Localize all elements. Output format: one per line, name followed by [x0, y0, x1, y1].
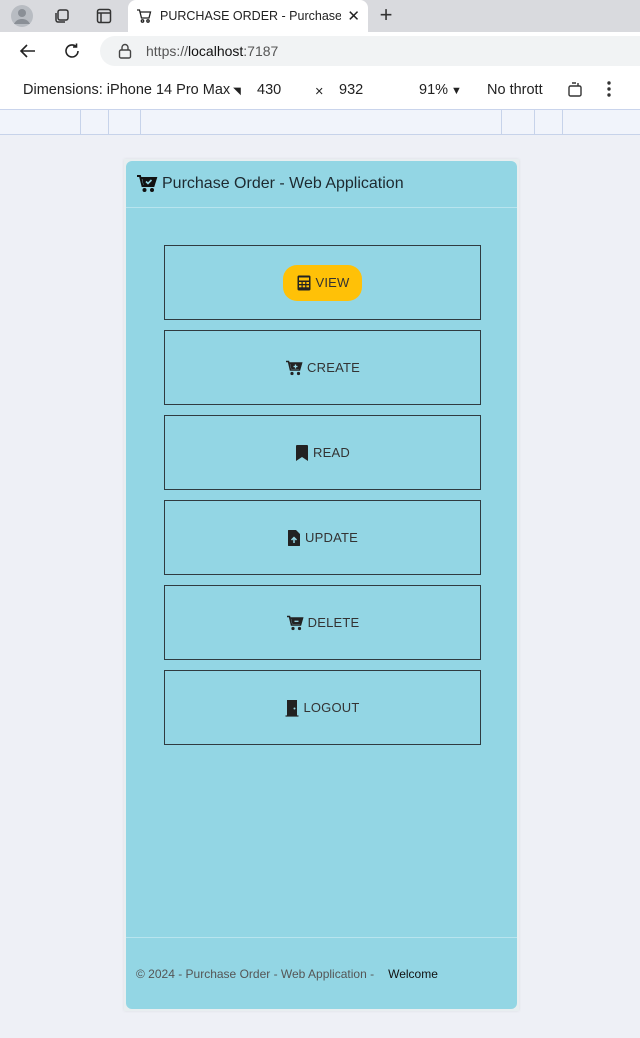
address-bar: https://localhost:7187 [0, 32, 640, 70]
collections-icon[interactable] [49, 4, 75, 28]
view-label: VIEW [315, 275, 350, 290]
create-label: CREATE [307, 360, 360, 375]
browser-tab[interactable]: PURCHASE ORDER - Purchase Order - Web Ap… [128, 0, 368, 32]
url-host: localhost [188, 43, 244, 59]
welcome-link[interactable]: Welcome [388, 967, 438, 981]
footer: © 2024 - Purchase Order - Web Applicatio… [136, 967, 438, 981]
height-input[interactable]: 932 [339, 82, 363, 98]
create-button[interactable]: CREATE [164, 330, 481, 405]
delete-label: DELETE [307, 615, 360, 630]
triangle-down-icon: ▼ [451, 85, 462, 97]
zoom-dropdown[interactable]: 91% ▼ [419, 82, 462, 98]
device-dimensions-label: Dimensions: iPhone 14 Pro Max [23, 82, 231, 98]
url-scheme: https:// [146, 43, 189, 59]
read-button[interactable]: READ [164, 415, 481, 490]
url-port: :7187 [243, 43, 279, 59]
table-icon [297, 275, 311, 291]
tab-actions-icon[interactable] [91, 4, 117, 28]
cart-favicon-icon [136, 8, 152, 24]
read-label: READ [313, 445, 350, 460]
logout-button[interactable]: LOGOUT [164, 670, 481, 745]
tab-strip: PURCHASE ORDER - Purchase Order - Web Ap… [0, 0, 640, 32]
new-tab-icon[interactable]: + [374, 3, 398, 27]
lock-icon[interactable] [118, 43, 132, 59]
device-dimensions-dropdown[interactable]: Dimensions: iPhone 14 Pro Max ◥ [23, 82, 241, 98]
back-arrow-icon[interactable] [16, 39, 40, 63]
footer-divider [126, 937, 517, 938]
footer-text: © 2024 - Purchase Order - Web Applicatio… [136, 967, 375, 981]
door-icon [285, 699, 299, 717]
bookmark-icon [295, 444, 309, 462]
media-query-ruler[interactable] [0, 110, 640, 135]
times-label: × [315, 84, 324, 100]
cart-add-icon [285, 360, 303, 376]
width-input[interactable]: 430 [257, 82, 281, 98]
more-options-icon[interactable] [606, 80, 612, 102]
app-header: Purchase Order - Web Application [126, 161, 517, 208]
view-button[interactable]: VIEW [164, 245, 481, 320]
throttle-dropdown[interactable]: No thrott [487, 82, 543, 98]
file-upload-icon [287, 529, 301, 547]
logout-label: LOGOUT [303, 700, 360, 715]
cart-check-icon [136, 174, 158, 194]
tab-title: PURCHASE ORDER - Purchase Order - Web Ap… [160, 9, 342, 23]
app-title: Purchase Order - Web Application [162, 175, 404, 192]
url-input[interactable]: https://localhost:7187 [100, 36, 640, 66]
cart-remove-icon [286, 615, 304, 631]
caret-down-icon: ◥ [233, 86, 241, 97]
zoom-label: 91% [419, 82, 449, 98]
view-pill[interactable]: VIEW [283, 264, 362, 301]
update-label: UPDATE [305, 530, 358, 545]
app-container: Purchase Order - Web Application VIEW CR… [126, 161, 517, 1009]
device-toolbar: Dimensions: iPhone 14 Pro Max ◥ 430 × 932… [0, 70, 640, 110]
profile-icon[interactable] [9, 4, 35, 28]
update-button[interactable]: UPDATE [164, 500, 481, 575]
refresh-icon[interactable] [60, 39, 84, 63]
rotate-icon[interactable] [566, 81, 584, 103]
delete-button[interactable]: DELETE [164, 585, 481, 660]
close-icon[interactable]: ✕ [347, 7, 360, 25]
device-viewport: Purchase Order - Web Application VIEW CR… [124, 159, 519, 1011]
